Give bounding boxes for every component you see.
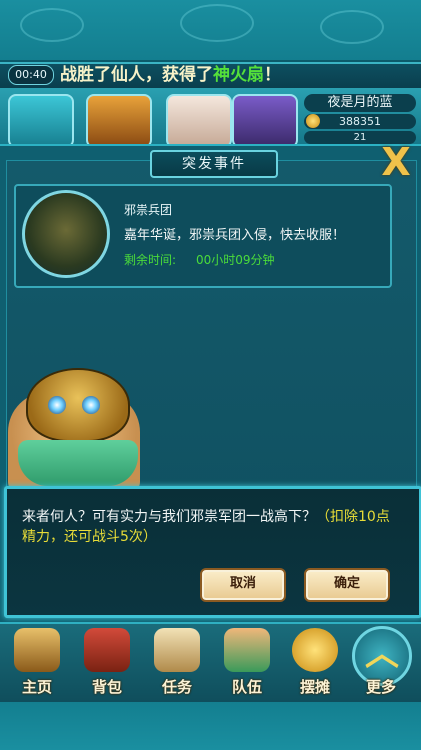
menu-label: 任务	[161, 678, 192, 696]
menu-quest-button[interactable]: 任务	[144, 626, 210, 698]
menu-label: 主页	[21, 678, 52, 696]
dialog-question: 来者何人？可有实力与我们邪祟军团一战高下？	[22, 509, 316, 525]
dialog-message: 来者何人？可有实力与我们邪祟军团一战高下？（扣除10点精力，还可战斗5次）	[22, 507, 402, 547]
player-name: 夜是月的蓝	[304, 94, 416, 112]
broadcast-message-prefix: 战胜了仙人，获得了	[60, 65, 213, 85]
cancel-button[interactable]: 取消	[200, 568, 286, 602]
eye-icon	[48, 396, 66, 414]
pet-dragon-portrait[interactable]	[86, 94, 152, 148]
remaining-time-value: 00小时09分钟	[196, 253, 275, 267]
boss-mascot-scarf	[18, 440, 138, 486]
remaining-time-label: 剩余时间:	[124, 253, 177, 267]
cloud-swirl-decoration	[20, 8, 84, 42]
event-description: 嘉年华诞，邪祟兵团入侵，快去收服！	[124, 228, 346, 243]
bottom-background	[0, 700, 421, 750]
menu-label: 背包	[91, 678, 122, 696]
broadcast-message-suffix: ！	[264, 65, 281, 85]
coin-icon	[306, 114, 320, 128]
menu-stall-button[interactable]: 摆摊	[282, 626, 348, 698]
confirm-button[interactable]: 确定	[304, 568, 390, 602]
event-name: 邪祟兵团	[124, 203, 173, 217]
pagoda-icon	[14, 628, 60, 672]
map-scroll-icon[interactable]	[8, 94, 74, 148]
team-icon	[224, 628, 270, 672]
broadcast-message: 战胜了仙人，获得了神火扇！	[60, 64, 281, 86]
clock-display: 00:40	[8, 65, 54, 85]
boss-mascot-eyes	[40, 396, 112, 416]
menu-more-label[interactable]: 更多	[350, 676, 412, 697]
cloud-swirl-decoration	[320, 10, 384, 44]
pet-fox-portrait[interactable]	[166, 94, 232, 148]
menu-home-button[interactable]: 主页	[4, 626, 70, 698]
menu-label: 队伍	[231, 678, 262, 696]
broadcast-message-item: 神火扇	[213, 65, 264, 85]
coin-count: 388351	[304, 114, 416, 129]
panel-title: 突发事件	[150, 150, 278, 178]
menu-team-button[interactable]: 队伍	[214, 626, 280, 698]
cloud-swirl-decoration	[180, 4, 254, 42]
eye-icon	[82, 396, 100, 414]
treasure-chest-icon	[84, 628, 130, 672]
coin-icon	[292, 628, 338, 672]
menu-label: 摆摊	[299, 678, 330, 696]
player-avatar[interactable]	[232, 94, 298, 148]
scroll-icon	[154, 628, 200, 672]
close-button[interactable]: X	[376, 143, 416, 181]
menu-bag-button[interactable]: 背包	[74, 626, 140, 698]
event-boss-avatar	[22, 190, 110, 278]
